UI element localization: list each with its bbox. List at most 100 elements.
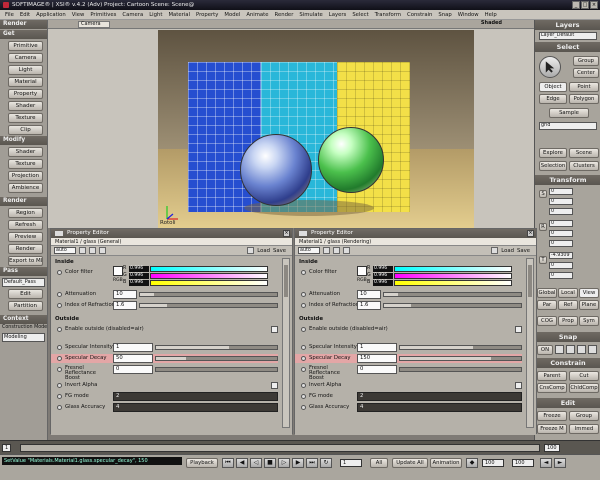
rotate-z-field[interactable]: 0 bbox=[549, 240, 573, 247]
pe1-enable-outside-checkbox[interactable] bbox=[271, 326, 278, 333]
immed-button[interactable]: Immed bbox=[569, 424, 599, 434]
transform-scale-label[interactable]: S bbox=[539, 190, 547, 198]
clusters-button[interactable]: Clusters bbox=[569, 161, 599, 171]
menu-window[interactable]: Window bbox=[455, 12, 482, 18]
translate-z-field[interactable]: 0 bbox=[549, 272, 573, 279]
pe2-spec-decay-field[interactable]: 150 bbox=[357, 354, 397, 363]
render-preview-button[interactable]: Preview bbox=[8, 232, 43, 242]
pe2-scroll-thumb[interactable] bbox=[528, 265, 532, 297]
pe2-spec-decay-slider[interactable] bbox=[399, 356, 522, 361]
snap-on-button[interactable]: ON bbox=[537, 345, 553, 355]
pe2-fresnel-slider[interactable] bbox=[399, 367, 522, 372]
transform-translate-label[interactable]: T bbox=[539, 256, 547, 264]
get-clip-button[interactable]: Clip bbox=[8, 125, 43, 135]
pe1-green-value[interactable]: 0.996 bbox=[129, 273, 149, 279]
pe2-invert-alpha-anim-icon[interactable] bbox=[301, 383, 306, 388]
pe2-save-button[interactable]: Save bbox=[517, 248, 530, 254]
pe2-color-filter-anim-icon[interactable] bbox=[301, 270, 306, 275]
viewport[interactable]: Camera Shaded Rotoli bbox=[48, 20, 534, 228]
select-object-button[interactable]: Object bbox=[539, 82, 567, 92]
pe1-recycle-icon[interactable] bbox=[79, 247, 86, 254]
export-mi2-button[interactable]: Export to MI2 bbox=[8, 256, 43, 266]
pe1-enable-outside-anim-icon[interactable] bbox=[57, 327, 62, 332]
pe1-glass-accuracy-field[interactable]: 4 bbox=[113, 403, 278, 412]
timeline-start-field[interactable]: 1 bbox=[2, 444, 12, 452]
pe1-ior-anim-icon[interactable] bbox=[57, 303, 62, 308]
group-button[interactable]: Group bbox=[569, 411, 599, 421]
translate-y-field[interactable]: 0 bbox=[549, 262, 573, 269]
pe2-scrollbar[interactable] bbox=[526, 258, 534, 428]
menu-property[interactable]: Property bbox=[193, 12, 221, 18]
plane-button[interactable]: Plane bbox=[579, 300, 599, 310]
script-command-line[interactable]: SetValue "Materials.Material1.glass.spec… bbox=[2, 457, 182, 465]
pe1-attenuation-anim-icon[interactable] bbox=[57, 292, 62, 297]
pe1-save-button[interactable]: Save bbox=[273, 248, 286, 254]
pass-dropdown[interactable]: Default_Pass bbox=[2, 278, 45, 287]
pe1-fresnel-anim-icon[interactable] bbox=[57, 367, 62, 372]
maximize-icon[interactable]: □ bbox=[581, 1, 589, 9]
pe2-fresnel-anim-icon[interactable] bbox=[301, 367, 306, 372]
pe2-attenuation-slider[interactable] bbox=[383, 292, 522, 297]
sym-button[interactable]: Sym bbox=[579, 316, 599, 326]
menu-view[interactable]: View bbox=[69, 12, 88, 18]
cnscomp-button[interactable]: CnsComp bbox=[537, 383, 567, 393]
pe2-green-gradient[interactable] bbox=[394, 273, 512, 279]
key-next-icon[interactable]: ► bbox=[554, 458, 566, 468]
scene-button[interactable]: Scene bbox=[569, 148, 599, 158]
pe1-invert-alpha-anim-icon[interactable] bbox=[57, 383, 62, 388]
close-icon[interactable]: × bbox=[590, 1, 598, 9]
pe2-help-icon[interactable] bbox=[491, 247, 499, 254]
pe1-green-gradient[interactable] bbox=[150, 273, 268, 279]
pe2-lock-icon[interactable] bbox=[333, 247, 340, 254]
scale-y-field[interactable]: 0 bbox=[549, 198, 573, 205]
chldcomp-button[interactable]: ChldComp bbox=[569, 383, 599, 393]
get-camera-button[interactable]: Camera bbox=[8, 53, 43, 63]
select-polygon-button[interactable]: Polygon bbox=[569, 94, 599, 104]
prev-key-icon[interactable]: ◀ bbox=[236, 458, 248, 468]
scale-x-field[interactable]: 0 bbox=[549, 188, 573, 195]
current-frame-field[interactable]: 100 bbox=[512, 459, 534, 467]
pe1-fg-mode-anim-icon[interactable] bbox=[57, 394, 62, 399]
menu-file[interactable]: File bbox=[2, 12, 17, 18]
last-frame-icon[interactable]: ⏭ bbox=[306, 458, 318, 468]
pe1-focus-icon[interactable] bbox=[99, 247, 106, 254]
pe2-spec-intensity-anim-icon[interactable] bbox=[301, 345, 306, 350]
get-light-button[interactable]: Light bbox=[8, 65, 43, 75]
pe2-fresnel-field[interactable]: 0 bbox=[357, 365, 397, 374]
par-button[interactable]: Par bbox=[537, 300, 557, 310]
snap-surface-icon[interactable] bbox=[588, 345, 597, 354]
pe2-preset-dropdown[interactable]: auto bbox=[298, 247, 320, 254]
pe2-load-button[interactable]: Load bbox=[501, 248, 514, 254]
pe2-glass-accuracy-anim-icon[interactable] bbox=[301, 405, 306, 410]
modify-shader-button[interactable]: Shader bbox=[8, 147, 43, 157]
pe2-spec-decay-anim-icon[interactable] bbox=[301, 356, 306, 361]
pe1-ior-field[interactable]: 1.6 bbox=[113, 301, 137, 310]
cut-button[interactable]: Cut bbox=[569, 371, 599, 381]
select-sample-button[interactable]: Sample bbox=[549, 108, 589, 118]
transform-rotate-label[interactable]: R bbox=[539, 223, 547, 231]
render-region-button[interactable]: Region bbox=[8, 208, 43, 218]
pe1-blue-gradient[interactable] bbox=[150, 280, 268, 286]
menu-layers[interactable]: Layers bbox=[326, 12, 350, 18]
pe1-color-swatch[interactable] bbox=[113, 266, 123, 276]
pe1-spec-decay-anim-icon[interactable] bbox=[57, 356, 62, 361]
pe2-attenuation-anim-icon[interactable] bbox=[301, 292, 306, 297]
ref-button[interactable]: Ref bbox=[558, 300, 578, 310]
view-button[interactable]: View bbox=[579, 288, 599, 298]
pe1-preset-dropdown[interactable]: auto bbox=[54, 247, 76, 254]
menu-constrain[interactable]: Constrain bbox=[404, 12, 435, 18]
play-forward-icon[interactable]: ▷ bbox=[278, 458, 290, 468]
render-render-button[interactable]: Render bbox=[8, 244, 43, 254]
pe2-ior-field[interactable]: 1.6 bbox=[357, 301, 381, 310]
get-shader-button[interactable]: Shader bbox=[8, 101, 43, 111]
pe1-fresnel-slider[interactable] bbox=[155, 367, 278, 372]
snap-point-icon[interactable] bbox=[566, 345, 575, 354]
update-all-button[interactable]: Update All bbox=[392, 458, 428, 468]
pe2-recycle-icon[interactable] bbox=[323, 247, 330, 254]
menu-render[interactable]: Render bbox=[272, 12, 297, 18]
parent-button[interactable]: Parent bbox=[537, 371, 567, 381]
pe2-attenuation-field[interactable]: 10 bbox=[357, 290, 381, 299]
pe2-enable-outside-checkbox[interactable] bbox=[515, 326, 522, 333]
key-icon[interactable]: ◆ bbox=[466, 458, 478, 468]
explore-button[interactable]: Explore bbox=[539, 148, 567, 158]
